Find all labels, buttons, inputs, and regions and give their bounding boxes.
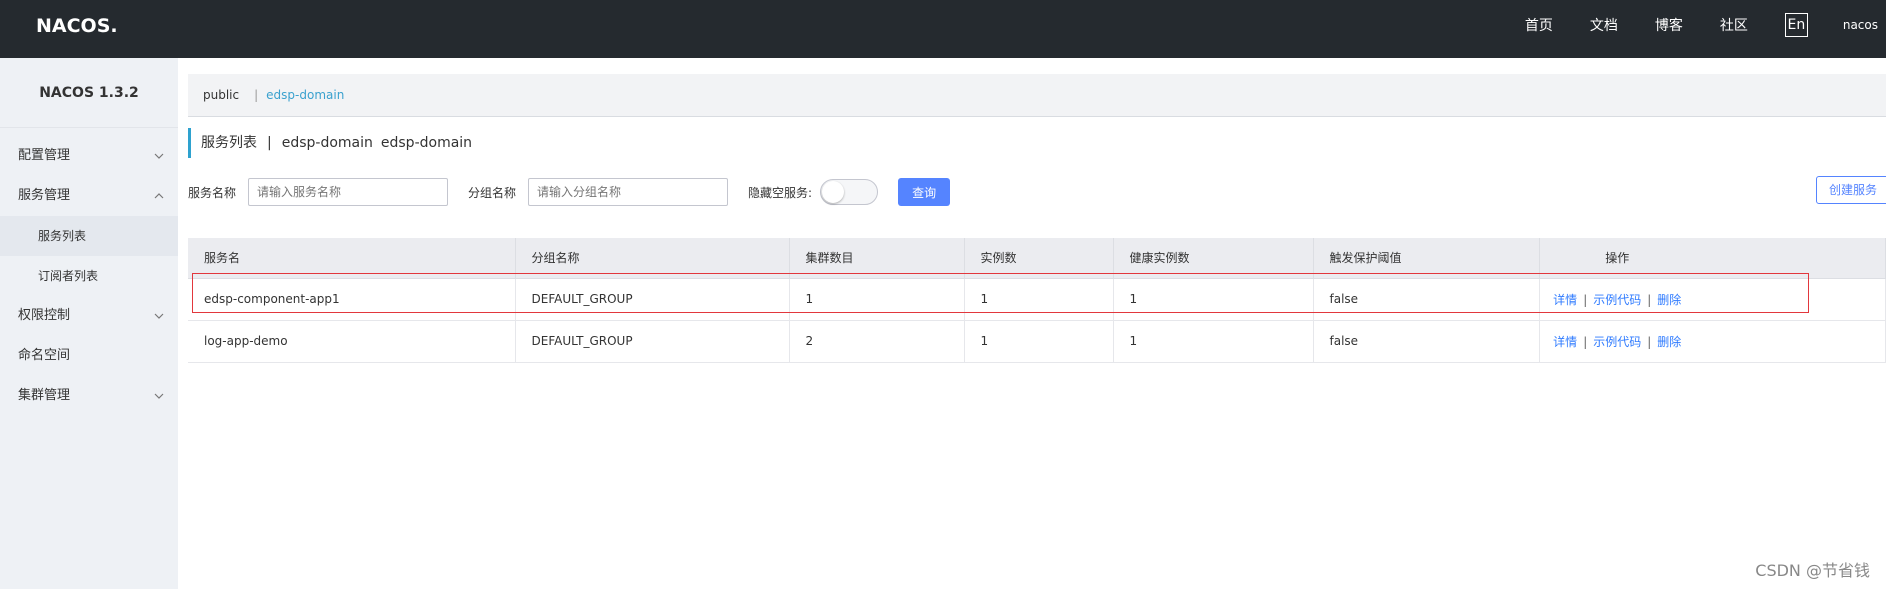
- page-title-separator: |: [267, 135, 272, 151]
- cell-cluster-count: 2: [789, 320, 965, 363]
- cell-protect-threshold: false: [1313, 320, 1540, 363]
- nav-docs[interactable]: 文档: [1590, 15, 1618, 35]
- delete-link[interactable]: 删除: [1657, 335, 1681, 349]
- hide-empty-toggle[interactable]: [820, 179, 879, 205]
- detail-link[interactable]: 详情: [1553, 335, 1577, 349]
- sidebar: NACOS 1.3.2 配置管理 服务管理 服务列表 订阅者列表 权限控制 命名…: [0, 58, 178, 589]
- nacos-logo[interactable]: NACOS.: [36, 12, 146, 36]
- cell-cluster-count: 1: [789, 278, 965, 321]
- nacos-logo-icon: NACOS.: [36, 15, 118, 36]
- namespace-separator: |: [254, 88, 259, 102]
- cell-operations: 详情 | 示例代码 | 删除: [1539, 278, 1886, 321]
- watermark: CSDN @节省钱: [1755, 561, 1870, 580]
- sample-code-link[interactable]: 示例代码: [1593, 335, 1641, 349]
- cell-healthy-count: 1: [1113, 320, 1314, 363]
- cell-instance-count: 1: [964, 278, 1114, 321]
- op-separator: |: [1647, 292, 1652, 307]
- group-name-label: 分组名称: [468, 185, 517, 200]
- col-cluster-count: 集群数目: [789, 238, 965, 279]
- col-healthy-count: 健康实例数: [1113, 238, 1314, 279]
- service-table: 服务名 分组名称 集群数目 实例数 健康实例数 触发保护阈值 操作 edsp-c…: [188, 238, 1886, 363]
- chevron-up-icon: [154, 176, 166, 216]
- sidebar-item-label: 命名空间: [18, 348, 71, 363]
- chevron-down-icon: [154, 296, 166, 336]
- sidebar-item-label: 服务管理: [18, 188, 71, 203]
- page-title-label: 服务列表: [201, 135, 257, 151]
- main-content: public | edsp-domain 服务列表 | edsp-domain …: [178, 58, 1886, 589]
- col-service-name: 服务名: [188, 238, 516, 279]
- namespace-bar: public | edsp-domain: [188, 74, 1886, 117]
- hide-empty-label: 隐藏空服务:: [748, 185, 813, 200]
- col-group-name: 分组名称: [515, 238, 790, 279]
- page-title-ns-name: edsp-domain: [281, 135, 373, 151]
- sidebar-subitem-subscriber-list[interactable]: 订阅者列表: [0, 256, 178, 296]
- namespace-edsp-domain[interactable]: edsp-domain: [266, 88, 344, 102]
- table-row: log-app-demo DEFAULT_GROUP 2 1 1 false 详…: [188, 320, 1886, 363]
- page-title: 服务列表 | edsp-domain edsp-domain: [188, 128, 472, 158]
- query-button[interactable]: 查询: [898, 178, 951, 206]
- op-separator: |: [1583, 334, 1588, 349]
- service-name-label: 服务名称: [188, 185, 237, 200]
- detail-link[interactable]: 详情: [1553, 293, 1577, 307]
- toggle-knob: [822, 181, 845, 203]
- user-name[interactable]: nacos: [1843, 18, 1878, 32]
- op-separator: |: [1647, 334, 1652, 349]
- col-instance-count: 实例数: [964, 238, 1114, 279]
- table-row: edsp-component-app1 DEFAULT_GROUP 1 1 1 …: [188, 278, 1886, 321]
- sidebar-item-label: 权限控制: [18, 308, 71, 323]
- sidebar-item-namespace[interactable]: 命名空间: [0, 336, 178, 376]
- chevron-down-icon: [154, 136, 166, 176]
- top-header: NACOS. 首页 文档 博客 社区 En nacos: [0, 0, 1886, 58]
- page-title-ns-id: edsp-domain: [380, 135, 473, 151]
- sidebar-subitem-service-list[interactable]: 服务列表: [0, 216, 178, 256]
- nav-home[interactable]: 首页: [1525, 15, 1553, 35]
- sidebar-item-config[interactable]: 配置管理: [0, 136, 178, 176]
- sidebar-item-service[interactable]: 服务管理: [0, 176, 178, 216]
- delete-link[interactable]: 删除: [1657, 293, 1681, 307]
- op-separator: |: [1583, 292, 1588, 307]
- nav-community[interactable]: 社区: [1720, 15, 1748, 35]
- cell-healthy-count: 1: [1113, 278, 1314, 321]
- filter-bar: 服务名称 分组名称 隐藏空服务: 查询: [188, 177, 951, 207]
- col-operations: 操作: [1539, 238, 1886, 279]
- language-switch-button[interactable]: En: [1784, 13, 1808, 37]
- top-nav: 首页 文档 博客 社区 En nacos: [1525, 0, 1886, 50]
- cell-group-name: DEFAULT_GROUP: [515, 320, 790, 363]
- table-header-row: 服务名 分组名称 集群数目 实例数 健康实例数 触发保护阈值 操作: [188, 238, 1886, 279]
- cell-service-name: edsp-component-app1: [188, 278, 516, 321]
- cell-instance-count: 1: [964, 320, 1114, 363]
- create-service-button[interactable]: 创建服务: [1816, 176, 1886, 204]
- cell-group-name: DEFAULT_GROUP: [515, 278, 790, 321]
- service-name-input[interactable]: [248, 178, 449, 206]
- cell-service-name: log-app-demo: [188, 320, 516, 363]
- sidebar-title: NACOS 1.3.2: [0, 58, 178, 128]
- cell-operations: 详情 | 示例代码 | 删除: [1539, 320, 1886, 363]
- sidebar-item-cluster[interactable]: 集群管理: [0, 376, 178, 416]
- sample-code-link[interactable]: 示例代码: [1593, 293, 1641, 307]
- svg-text:NACOS.: NACOS.: [36, 15, 118, 36]
- col-protect-threshold: 触发保护阈值: [1313, 238, 1540, 279]
- nav-blog[interactable]: 博客: [1655, 15, 1683, 35]
- sidebar-item-auth[interactable]: 权限控制: [0, 296, 178, 336]
- sidebar-item-label: 配置管理: [18, 148, 71, 163]
- sidebar-item-label: 集群管理: [18, 388, 71, 403]
- namespace-public[interactable]: public: [203, 88, 239, 102]
- group-name-input[interactable]: [528, 178, 729, 206]
- cell-protect-threshold: false: [1313, 278, 1540, 321]
- chevron-down-icon: [154, 376, 166, 416]
